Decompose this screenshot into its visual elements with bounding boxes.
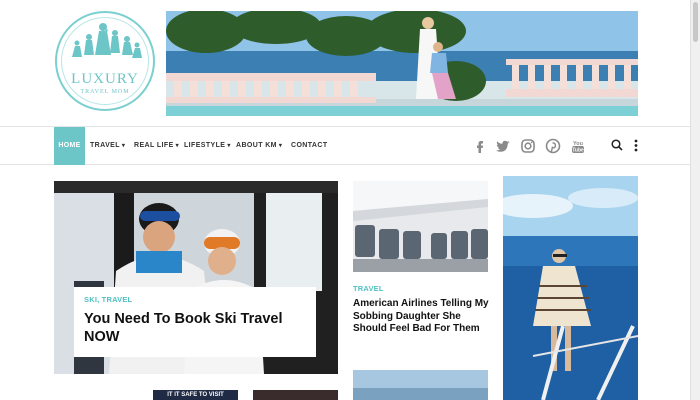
page-scrollbar[interactable] xyxy=(690,0,700,400)
page: LUXURY TRAVEL MOM HOME TRAVEL ▾ REAL LIF… xyxy=(0,0,700,400)
header-banner-image[interactable] xyxy=(166,11,638,116)
article-thumbnail[interactable] xyxy=(253,390,338,400)
nav-item-label: LIFESTYLE xyxy=(184,142,226,149)
scrollbar-thumb[interactable] xyxy=(693,2,698,42)
instagram-icon[interactable] xyxy=(520,138,536,154)
nav-item-real-life[interactable]: REAL LIFE ▾ xyxy=(134,127,179,165)
pinterest-icon[interactable] xyxy=(545,138,561,154)
airplane-article-title[interactable]: American Airlines Telling My Sobbing Dau… xyxy=(353,298,493,336)
facebook-icon[interactable] xyxy=(472,138,488,154)
nav-item-label: ABOUT KM xyxy=(236,142,277,149)
more-vertical-icon[interactable] xyxy=(634,139,638,152)
airplane-article-category[interactable]: TRAVEL xyxy=(353,284,384,293)
featured-category-link[interactable]: SKI, TRAVEL xyxy=(84,295,306,304)
nav-item-label: TRAVEL xyxy=(90,142,120,149)
featured-article-title[interactable]: You Need To Book Ski Travel NOW xyxy=(84,310,306,346)
logo-title: LUXURY xyxy=(71,71,139,87)
site-logo[interactable]: LUXURY TRAVEL MOM xyxy=(55,11,155,111)
twitter-icon[interactable] xyxy=(495,138,511,154)
search-icon[interactable] xyxy=(611,139,623,151)
logo-subtitle: TRAVEL MOM xyxy=(80,89,130,95)
family-silhouette-icon xyxy=(72,23,142,58)
svg-text:Tube: Tube xyxy=(572,148,584,154)
article-thumbnail[interactable]: IT IT SAFE TO VISIT xyxy=(153,390,238,400)
chevron-down-icon: ▾ xyxy=(227,143,231,149)
chevron-down-icon: ▾ xyxy=(175,143,180,149)
featured-article-caption: SKI, TRAVEL You Need To Book Ski Travel … xyxy=(74,287,316,357)
nav-item-travel[interactable]: TRAVEL ▾ xyxy=(90,127,125,165)
nav-item-about-km[interactable]: ABOUT KM ▾ xyxy=(236,127,282,165)
nav-item-label: REAL LIFE xyxy=(134,142,174,149)
article-image-partial[interactable] xyxy=(353,370,488,400)
nav-item-home[interactable]: HOME xyxy=(54,127,85,165)
youtube-icon[interactable]: You Tube xyxy=(570,138,586,154)
nav-item-contact[interactable]: CONTACT xyxy=(291,127,328,165)
main-navigation: HOME TRAVEL ▾ REAL LIFE ▾ LIFESTYLE ▾ ABOUT… xyxy=(0,126,690,165)
nav-item-lifestyle[interactable]: LIFESTYLE ▾ xyxy=(184,127,231,165)
airplane-article-image[interactable] xyxy=(353,181,488,272)
chevron-down-icon: ▾ xyxy=(121,143,126,149)
chevron-down-icon: ▾ xyxy=(278,143,283,149)
ocean-boat-photo[interactable] xyxy=(503,176,638,400)
